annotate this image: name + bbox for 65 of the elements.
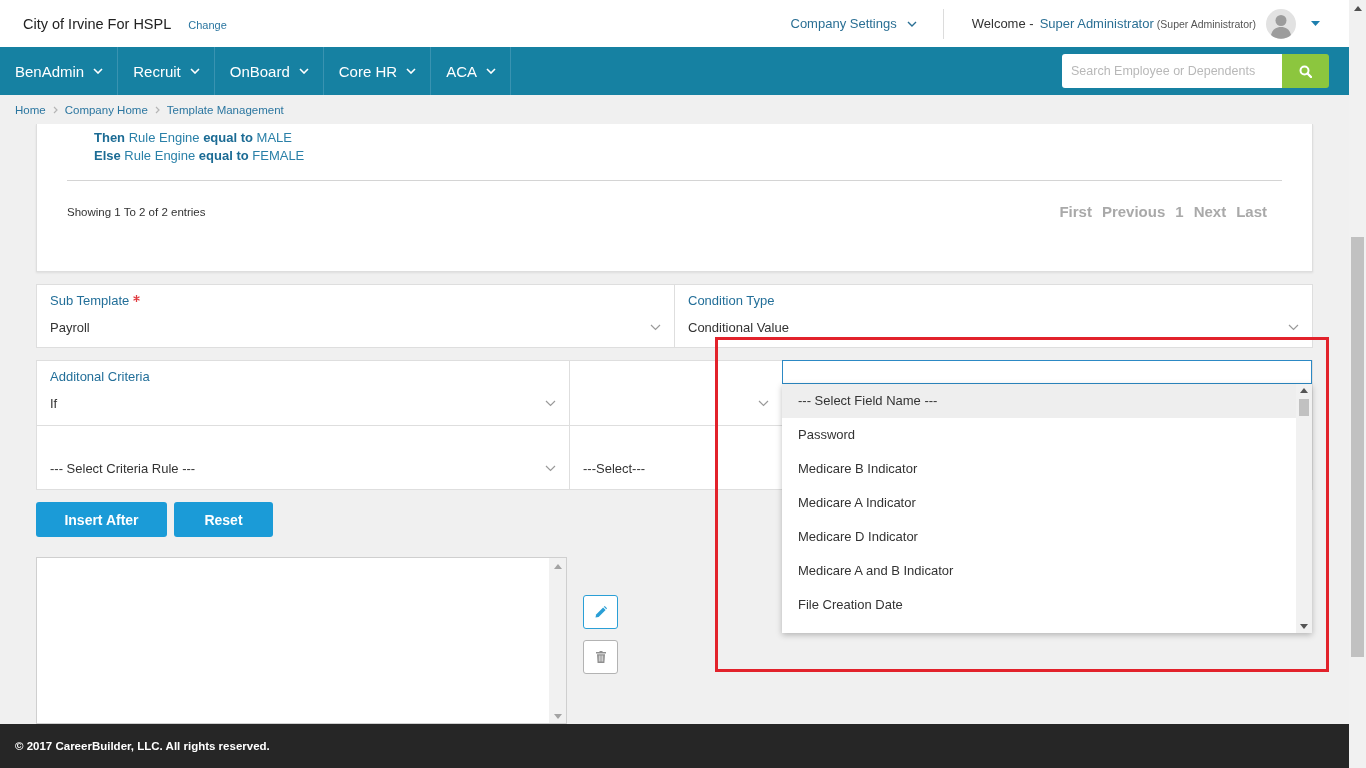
dropdown-option[interactable]: File Creation Date [782, 588, 1296, 622]
chevron-right-icon [154, 105, 160, 114]
action-button[interactable]: Reset [174, 502, 273, 537]
select-field[interactable]: Payroll [50, 315, 661, 339]
chevron-down-icon [758, 399, 769, 407]
select-field[interactable]: --- Select Criteria Rule --- [50, 456, 556, 480]
user-name-link[interactable]: Super Administrator [1039, 16, 1154, 31]
trash-icon [595, 651, 606, 663]
nav-menu-item[interactable]: Core HR [323, 47, 432, 95]
select-field[interactable]: If [50, 391, 556, 415]
select-field[interactable]: ---Select--- [583, 456, 769, 480]
chevron-down-icon [906, 20, 917, 27]
edit-button[interactable] [583, 595, 618, 629]
nav-menu-item[interactable]: ACA [431, 47, 511, 95]
search-icon [1299, 64, 1312, 78]
breadcrumb-link[interactable]: Home [15, 103, 46, 116]
field-label: Additonal Criteria [50, 368, 150, 384]
scroll-down-icon[interactable] [1300, 624, 1308, 629]
chevron-down-icon [650, 323, 661, 331]
avatar-icon[interactable] [1266, 8, 1296, 39]
dropdown-option[interactable]: Medicare A and B Indicator [782, 554, 1296, 588]
delete-button[interactable] [583, 640, 618, 674]
pencil-icon [594, 606, 607, 618]
dropdown-option[interactable]: Medicare D Indicator [782, 520, 1296, 554]
breadcrumb-link[interactable]: Template Management [166, 103, 284, 116]
search-button[interactable] [1282, 54, 1329, 88]
scroll-thumb[interactable] [1351, 237, 1364, 657]
company-settings-menu[interactable]: Company Settings [790, 16, 917, 31]
company-name: City of Irvine For HSPL [23, 15, 172, 32]
rule-line: Else Rule Engine equal to FEMALE [94, 147, 306, 165]
dropdown-option[interactable]: Password [782, 418, 1296, 452]
chevron-down-icon [189, 68, 200, 74]
select-field[interactable] [782, 360, 1312, 384]
chevron-down-icon [406, 68, 417, 74]
field-label: Sub Template [50, 292, 130, 308]
nav-menu-item[interactable]: BenAdmin [0, 47, 119, 95]
dropdown-option[interactable]: Medicare B Indicator [782, 452, 1296, 486]
scrollbar[interactable] [1296, 384, 1312, 633]
scroll-thumb[interactable] [1299, 399, 1309, 416]
chevron-down-icon [1288, 323, 1299, 331]
action-button[interactable]: Insert After [36, 502, 167, 537]
field-label: Condition Type [688, 292, 775, 308]
chevron-down-icon [545, 399, 556, 407]
welcome-text: Welcome - [971, 16, 1034, 31]
criteria-list-box[interactable] [36, 557, 567, 724]
select-field[interactable]: Conditional Value [688, 315, 1299, 339]
entries-summary: Showing 1 To 2 of 2 entries [67, 205, 206, 218]
change-link[interactable]: Change [188, 19, 227, 31]
copyright-text: © 2017 CareerBuilder, LLC. All rights reserved. [15, 740, 270, 752]
nav-menu-item[interactable]: Recruit [118, 47, 215, 95]
chevron-down-icon [545, 464, 556, 472]
search-field[interactable]: Search Employee or Dependents [1062, 54, 1282, 88]
chevron-down-icon [93, 68, 104, 74]
rule-line: Then Rule Engine equal to MALE [94, 129, 293, 147]
dropdown-option[interactable]: --- Select Field Name --- [782, 384, 1296, 418]
scroll-up-icon[interactable] [1300, 388, 1308, 393]
chevron-right-icon [52, 105, 58, 114]
scroll-up-icon[interactable] [1353, 6, 1362, 11]
nav-menu-item[interactable]: OnBoard [214, 47, 324, 95]
dropdown-option[interactable]: Medicare A Indicator [782, 486, 1296, 520]
caret-down-icon[interactable] [1311, 21, 1320, 26]
user-role-text: (Super Administrator) [1156, 17, 1256, 30]
chevron-down-icon [486, 68, 496, 74]
breadcrumb-link[interactable]: Company Home [64, 103, 148, 116]
chevron-down-icon [298, 68, 309, 74]
